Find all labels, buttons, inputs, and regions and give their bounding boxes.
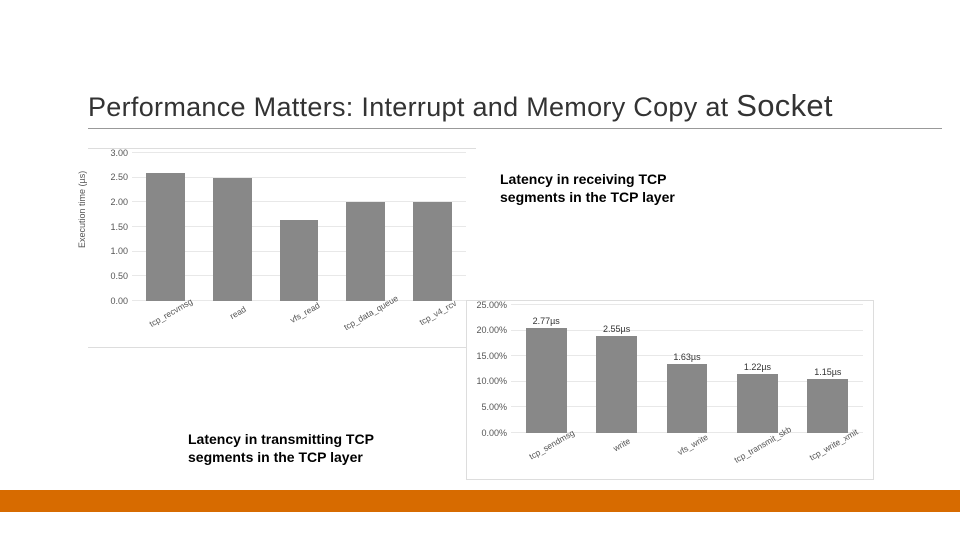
bar bbox=[413, 202, 452, 301]
y-tick: 25.00% bbox=[476, 300, 507, 310]
bar-value-label: 1.15µs bbox=[814, 367, 841, 377]
y-tick: 10.00% bbox=[476, 376, 507, 386]
slide-title: Performance Matters: Interrupt and Memor… bbox=[88, 88, 940, 124]
bar-slot: 1.22µs bbox=[722, 305, 792, 433]
y-tick: 1.50 bbox=[110, 222, 128, 232]
bar bbox=[667, 364, 708, 433]
caption-receiving: Latency in receiving TCP segments in the… bbox=[500, 170, 720, 206]
plot-area-1: 0.000.501.001.502.002.503.00 bbox=[132, 153, 466, 301]
bar-slot bbox=[132, 153, 199, 301]
bar-slot: 1.15µs bbox=[793, 305, 863, 433]
title-underline bbox=[88, 128, 942, 129]
y-tick: 0.50 bbox=[110, 271, 128, 281]
bar bbox=[807, 379, 848, 433]
y-tick: 2.00 bbox=[110, 197, 128, 207]
bar-value-label: 2.55µs bbox=[603, 324, 630, 334]
bar bbox=[146, 173, 185, 301]
y-tick: 5.00% bbox=[481, 402, 507, 412]
bar-slot: 2.77µs bbox=[511, 305, 581, 433]
bar-slot: 2.55µs bbox=[581, 305, 651, 433]
bar-slot bbox=[199, 153, 266, 301]
y-tick: 3.00 bbox=[110, 148, 128, 158]
caption-transmitting: Latency in transmitting TCP segments in … bbox=[188, 430, 408, 466]
title-text: Performance Matters: Interrupt and Memor… bbox=[88, 92, 833, 122]
x-labels-2: tcp_sendmsgwritevfs_writetcp_transmit_sk… bbox=[511, 435, 863, 479]
bar-value-label: 1.22µs bbox=[744, 362, 771, 372]
bar bbox=[737, 374, 778, 433]
y-axis-label: Execution time (µs) bbox=[77, 171, 87, 248]
y-tick: 20.00% bbox=[476, 325, 507, 335]
y-tick: 0.00 bbox=[110, 296, 128, 306]
bar-slot bbox=[399, 153, 466, 301]
y-tick: 2.50 bbox=[110, 172, 128, 182]
bar-slot: 1.63µs bbox=[652, 305, 722, 433]
bar bbox=[213, 178, 252, 301]
y-tick: 15.00% bbox=[476, 351, 507, 361]
y-tick: 1.00 bbox=[110, 246, 128, 256]
x-labels-1: tcp_recvmsgreadvfs_readtcp_data_queuetcp… bbox=[132, 303, 466, 347]
bar bbox=[596, 336, 637, 433]
bar bbox=[346, 202, 385, 301]
bar-slot bbox=[332, 153, 399, 301]
bar-value-label: 2.77µs bbox=[533, 316, 560, 326]
plot-area-2: 0.00%5.00%10.00%15.00%20.00%25.00%2.77µs… bbox=[511, 305, 863, 433]
bar bbox=[526, 328, 567, 433]
chart-receiving: Execution time (µs) 0.000.501.001.502.00… bbox=[88, 148, 476, 348]
bar bbox=[280, 220, 319, 301]
chart-transmitting: 0.00% 5.00% 10.00% 15.00% 20.00% 25.00% 2.77µs… bbox=[466, 300, 874, 480]
y-tick: 0.00% bbox=[481, 428, 507, 438]
bar-value-label: 1.63µs bbox=[673, 352, 700, 362]
footer-bar bbox=[0, 490, 960, 512]
bar-slot bbox=[266, 153, 333, 301]
